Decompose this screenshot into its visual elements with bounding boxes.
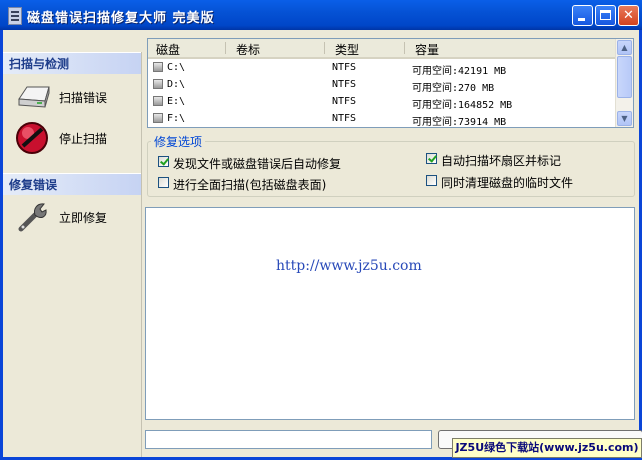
cell-capacity: 可用空间:42191 MB [412, 66, 507, 77]
auto-mark-bad-sectors-label: 自动扫描坏扇区并标记 [441, 154, 562, 168]
cell-disk: E:\ [167, 96, 186, 107]
table-row[interactable]: C:\ NTFS 可用空间:42191 MB [148, 59, 616, 77]
cell-disk: D:\ [167, 79, 186, 90]
scroll-down-button[interactable]: ▼ [617, 111, 632, 126]
disk-list-scrollbar[interactable]: ▲ ▼ [615, 39, 633, 127]
drive-icon [153, 62, 163, 72]
table-row[interactable]: D:\ NTFS 可用空间:270 MB [148, 76, 616, 94]
drive-icon [153, 96, 163, 106]
stop-scan-label: 停止扫描 [59, 132, 108, 146]
stop-icon [16, 122, 48, 154]
minimize-icon [578, 18, 585, 21]
checkbox-checked-icon[interactable] [426, 153, 437, 164]
cell-capacity: 可用空间:73914 MB [412, 117, 507, 128]
title-bar[interactable]: 磁盘错误扫描修复大师 完美版 ✕ [0, 0, 642, 30]
table-row[interactable]: F:\ NTFS 可用空间:73914 MB [148, 110, 616, 127]
column-header-label[interactable]: 卷标 [236, 41, 260, 58]
column-header-disk[interactable]: 磁盘 [156, 41, 180, 58]
checkbox-checked-icon[interactable] [158, 156, 169, 167]
table-row[interactable]: E:\ NTFS 可用空间:164852 MB [148, 93, 616, 111]
scan-errors-label: 扫描错误 [59, 91, 108, 105]
cell-capacity: 可用空间:270 MB [412, 83, 495, 94]
drive-icon [153, 79, 163, 89]
column-header-type[interactable]: 类型 [335, 41, 359, 58]
drive-icon [153, 113, 163, 123]
maximize-button[interactable] [595, 5, 616, 26]
disk-drive-icon [18, 86, 50, 108]
wrench-icon [18, 203, 47, 232]
cell-disk: C:\ [167, 62, 186, 73]
watermark-banner: JZ5U绿色下载站(www.jz5u.com) [452, 438, 642, 458]
stop-scan-button[interactable]: 停止扫描 [15, 120, 135, 156]
app-icon [8, 7, 22, 25]
checkbox-unchecked-icon[interactable] [426, 175, 437, 186]
cell-type: NTFS [332, 79, 357, 90]
cell-type: NTFS [332, 62, 357, 73]
close-button[interactable]: ✕ [618, 5, 639, 26]
log-url-text: http://www.jz5u.com [276, 258, 422, 274]
scan-errors-button[interactable]: 扫描错误 [15, 79, 135, 115]
clean-temp-files-label: 同时清理磁盘的临时文件 [441, 176, 574, 190]
log-output-area[interactable]: http://www.jz5u.com [145, 207, 635, 420]
repair-now-button[interactable]: 立即修复 [15, 199, 135, 235]
auto-repair-label: 发现文件或磁盘错误后自动修复 [173, 157, 342, 171]
disk-list[interactable]: 磁盘 卷标 类型 容量 C:\ NTFS 可用空间:42191 MB D:\ N… [147, 38, 634, 128]
close-icon: ✕ [623, 8, 634, 23]
cell-disk: F:\ [167, 113, 186, 124]
maximize-icon [600, 10, 611, 20]
sidebar-section-scan-title: 扫描与检测 [3, 52, 141, 74]
main-window: 磁盘错误扫描修复大师 完美版 ✕ 扫描与检测 扫描错误 停止扫描 修复错误 立即… [0, 0, 642, 460]
scroll-thumb[interactable] [617, 56, 632, 98]
cell-type: NTFS [332, 96, 357, 107]
minimize-button[interactable] [572, 5, 593, 26]
sidebar: 扫描与检测 扫描错误 停止扫描 修复错误 立即修复 [3, 52, 142, 457]
column-header-capacity[interactable]: 容量 [415, 41, 439, 58]
sidebar-section-repair-title: 修复错误 [3, 173, 141, 195]
full-scan-label: 进行全面扫描(包括磁盘表面) [173, 178, 327, 192]
disk-list-header: 磁盘 卷标 类型 容量 [148, 39, 616, 59]
status-field [145, 430, 432, 449]
window-title: 磁盘错误扫描修复大师 完美版 [27, 11, 215, 26]
cell-capacity: 可用空间:164852 MB [412, 100, 513, 111]
checkbox-unchecked-icon[interactable] [158, 177, 169, 188]
repair-options-legend: 修复选项 [151, 133, 206, 150]
repair-now-label: 立即修复 [59, 211, 108, 225]
scroll-up-button[interactable]: ▲ [617, 40, 632, 55]
cell-type: NTFS [332, 113, 357, 124]
